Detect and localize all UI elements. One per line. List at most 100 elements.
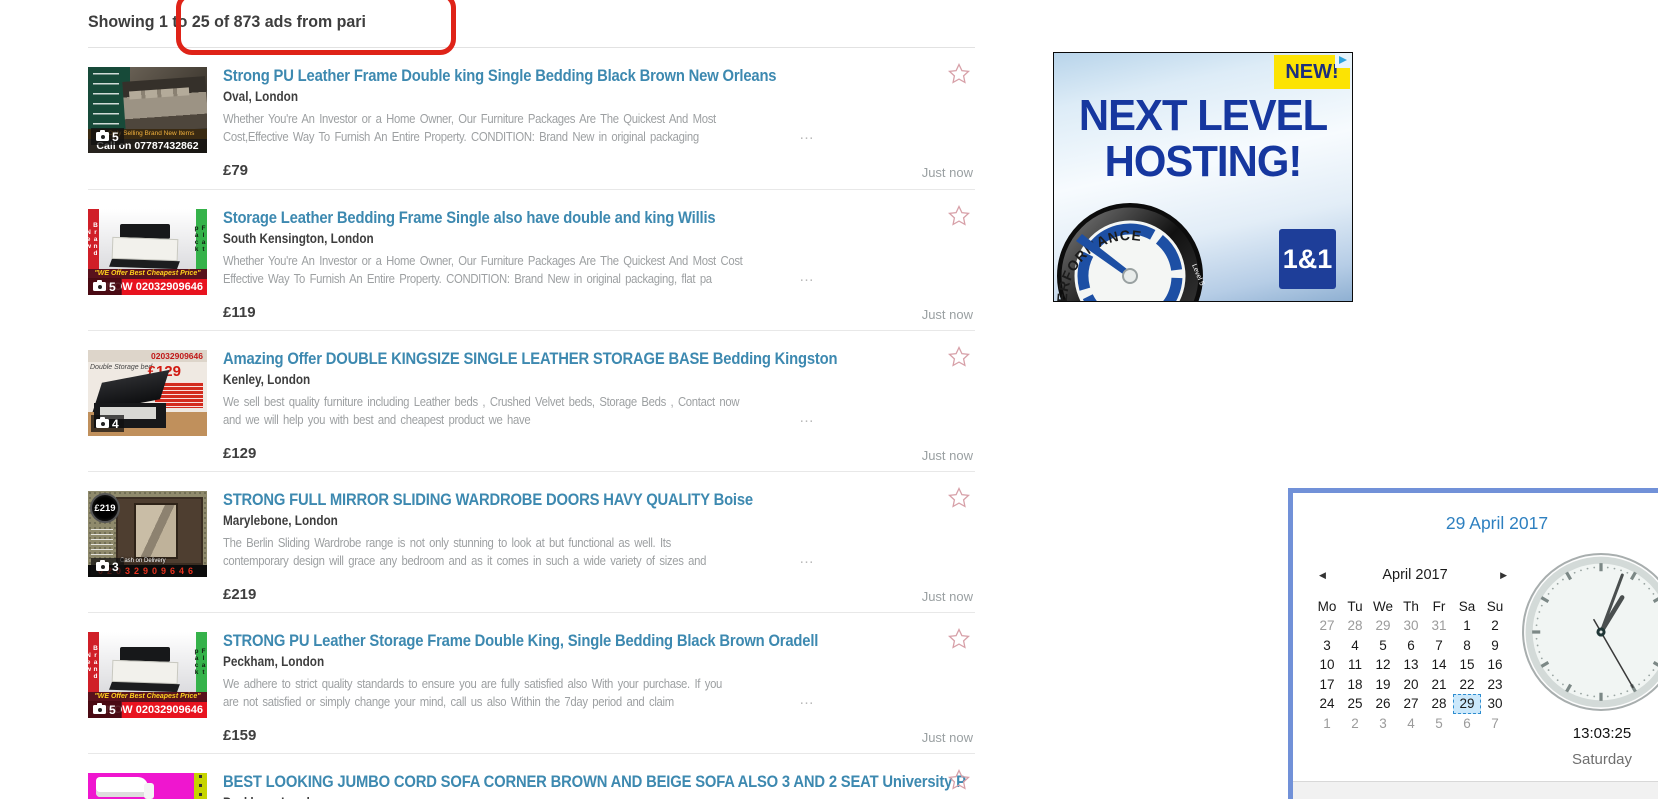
ad-listing-row: Right Now! BEST LOOKING JUMBO CORD SOFA … [88, 753, 975, 799]
calendar-day[interactable]: 7 [1425, 636, 1453, 656]
description-ellipsis[interactable]: … [799, 268, 816, 285]
ad-posted-time: Just now [921, 730, 973, 745]
ad-listing-row: £219 Cash on Delivery 02032909646 3 STRONG … [88, 471, 975, 612]
adchoices-icon[interactable] [1335, 53, 1352, 68]
photo-count-badge: 4 [91, 415, 124, 432]
ad-location: Peckham, London [223, 795, 324, 799]
weekday-label: Saturday [1571, 751, 1633, 768]
favorite-star-icon[interactable] [947, 768, 971, 792]
ad-description-line1: Whether You're An Investor or a Home Own… [223, 253, 743, 268]
calendar-day[interactable]: 17 [1313, 675, 1341, 695]
calendar-day[interactable]: 11 [1341, 655, 1369, 675]
description-ellipsis[interactable]: … [799, 550, 816, 567]
thumb-price-tag: £219 [90, 493, 120, 523]
banner-headline-line2: HOSTING! [1104, 137, 1303, 186]
description-ellipsis[interactable]: … [799, 126, 816, 143]
thumb-right-stripe: Flat pack [193, 632, 207, 692]
ad-title-link[interactable]: Storage Leather Bedding Frame Single als… [223, 208, 971, 228]
calendar-day[interactable]: 12 [1369, 655, 1397, 675]
ad-posted-time: Just now [921, 307, 973, 322]
calendar-day-selected[interactable]: 29 [1453, 694, 1481, 714]
calendar-day[interactable]: 24 [1313, 694, 1341, 714]
calendar-day[interactable]: 5 [1425, 714, 1453, 734]
calendar-day[interactable]: 1 [1313, 714, 1341, 734]
calendar-day[interactable]: 7 [1481, 714, 1509, 734]
calendar-day[interactable]: 30 [1397, 616, 1425, 636]
calendar-day[interactable]: 6 [1453, 714, 1481, 734]
calendar-day[interactable]: 22 [1453, 675, 1481, 695]
ad-location: Peckham, London [223, 654, 325, 669]
calendar-day[interactable]: 14 [1425, 655, 1453, 675]
calendar-day[interactable]: 4 [1397, 714, 1425, 734]
ad-description-line1: We sell best quality furniture including… [223, 394, 740, 409]
calendar-day[interactable]: 3 [1369, 714, 1397, 734]
calendar-prev-button[interactable]: ◀ [1319, 570, 1326, 581]
favorite-star-icon[interactable] [947, 62, 971, 86]
analog-clock [1522, 553, 1658, 711]
favorite-star-icon[interactable] [947, 204, 971, 228]
calendar-day[interactable]: 3 [1313, 636, 1341, 656]
calendar-day[interactable]: 18 [1341, 675, 1369, 695]
photo-count-badge: 5 [91, 128, 124, 145]
calendar-day[interactable]: 28 [1425, 694, 1453, 714]
ad-thumbnail[interactable]: Brand New Flat pack "WE Offer Best Cheapes… [88, 632, 207, 718]
calendar-day[interactable]: 31 [1425, 616, 1453, 636]
calendar-day[interactable]: 15 [1453, 655, 1481, 675]
calendar-day[interactable]: 26 [1369, 694, 1397, 714]
ad-results-list: Showing 1 to 25 of 873 ads from pari Onl… [88, 0, 975, 799]
calendar-day[interactable]: 13 [1397, 655, 1425, 675]
favorite-star-icon[interactable] [947, 627, 971, 651]
calendar-day[interactable]: 2 [1341, 714, 1369, 734]
calendar-day[interactable]: 10 [1313, 655, 1341, 675]
calendar-day[interactable]: 28 [1341, 616, 1369, 636]
thumb-caption: Cash on Delivery [120, 558, 166, 564]
bed-illustration [111, 236, 179, 262]
calendar-month-label[interactable]: April 2017 [1382, 567, 1447, 583]
ad-title-link[interactable]: STRONG FULL MIRROR SLIDING WARDROBE DOOR… [223, 490, 971, 510]
ad-title-link[interactable]: Strong PU Leather Frame Double king Sing… [223, 66, 971, 86]
description-ellipsis[interactable]: … [799, 691, 816, 708]
favorite-star-icon[interactable] [947, 345, 971, 369]
selected-date-label: 29 April 2017 [1445, 513, 1549, 533]
calendar-day[interactable]: 9 [1481, 636, 1509, 656]
calendar-day-header: Mo [1317, 599, 1337, 614]
calendar-day[interactable]: 29 [1369, 616, 1397, 636]
calendar-day[interactable]: 4 [1341, 636, 1369, 656]
thumb-left-stripe: Brand New [88, 632, 99, 692]
ad-location: South Kensington, London [223, 231, 374, 246]
calendar-day[interactable]: 30 [1481, 694, 1509, 714]
ad-title-link[interactable]: STRONG PU Leather Storage Frame Double K… [223, 631, 971, 651]
calendar-day[interactable]: 16 [1481, 655, 1509, 675]
ad-title-link[interactable]: BEST LOOKING JUMBO CORD SOFA CORNER BROW… [223, 772, 971, 792]
photo-count-badge: 5 [88, 701, 121, 718]
hosting-ad-banner[interactable]: NEW! NEXT LEVEL HOSTING! PERFORMANCE Lev… [1053, 52, 1353, 302]
calendar-day[interactable]: 27 [1313, 616, 1341, 636]
calendar-day[interactable]: 23 [1481, 675, 1509, 695]
ad-description: The Berlin Sliding Wardrobe range is not… [223, 534, 963, 570]
photo-count-badge: 3 [91, 558, 124, 575]
calendar-day[interactable]: 6 [1397, 636, 1425, 656]
ad-description-line1: The Berlin Sliding Wardrobe range is not… [223, 535, 671, 550]
datetime-panel: 29 April 2017 ◀ April 2017 ▶ Mo Tu We Th Fr S… [1288, 488, 1658, 799]
calendar-day[interactable]: 2 [1481, 616, 1509, 636]
calendar-day[interactable]: 20 [1397, 675, 1425, 695]
calendar-day[interactable]: 19 [1369, 675, 1397, 695]
calendar-next-button[interactable]: ▶ [1500, 570, 1507, 581]
calendar-grid: 27 28 29 30 31 1 2 3 4 5 6 7 8 9 10 11 12 13 14 15 16 17 18 19 2… [1313, 616, 1517, 733]
ad-location: Marylebone, London [223, 513, 338, 528]
description-ellipsis[interactable]: … [799, 409, 816, 426]
thumb-label-text: Double Storage bed [90, 364, 153, 371]
ad-title-link[interactable]: Amazing Offer DOUBLE KINGSIZE SINGLE LEA… [223, 349, 971, 369]
favorite-star-icon[interactable] [947, 486, 971, 510]
ad-thumbnail[interactable]: Right Now! [88, 773, 207, 799]
calendar-day[interactable]: 5 [1369, 636, 1397, 656]
ad-thumbnail[interactable]: £219 Cash on Delivery 02032909646 3 [88, 491, 207, 577]
calendar-day[interactable]: 25 [1341, 694, 1369, 714]
ad-thumbnail[interactable]: Brand New Flat pack "WE Offer Best Cheapes… [88, 209, 207, 295]
calendar-day[interactable]: 8 [1453, 636, 1481, 656]
ad-thumbnail[interactable]: 02032909646Double Storage bed£1294 [88, 350, 207, 436]
calendar-day[interactable]: 27 [1397, 694, 1425, 714]
ad-thumbnail[interactable]: Only Selling Brand New Items Call on 0778… [88, 67, 207, 153]
calendar-day[interactable]: 21 [1425, 675, 1453, 695]
calendar-day[interactable]: 1 [1453, 616, 1481, 636]
